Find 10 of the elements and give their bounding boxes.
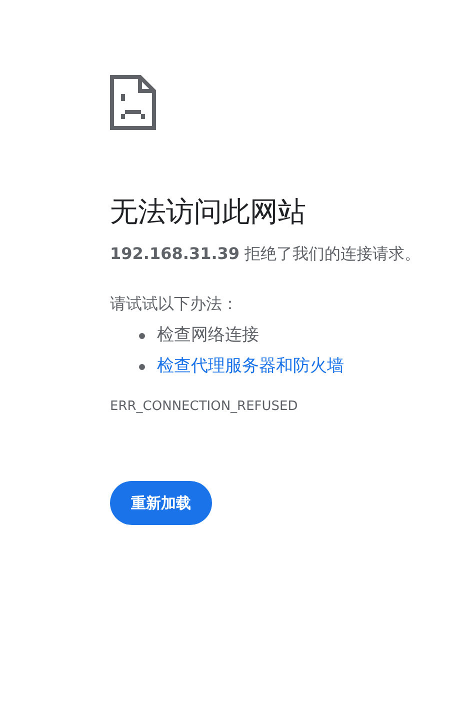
- suggestion-link[interactable]: 检查代理服务器和防火墙: [157, 351, 344, 382]
- error-code: ERR_CONNECTION_REFUSED: [110, 399, 298, 414]
- bullet-icon: [139, 332, 145, 338]
- bullet-icon: [139, 364, 145, 370]
- error-title: 无法访问此网站: [110, 194, 307, 230]
- suggestion-text: 检查网络连接: [157, 324, 259, 347]
- suggestions-heading: 请试试以下办法：: [110, 293, 238, 315]
- sad-page-icon: [110, 75, 156, 130]
- error-message: 192.168.31.39 拒绝了我们的连接请求。: [110, 243, 422, 265]
- reload-button[interactable]: 重新加载: [110, 481, 212, 525]
